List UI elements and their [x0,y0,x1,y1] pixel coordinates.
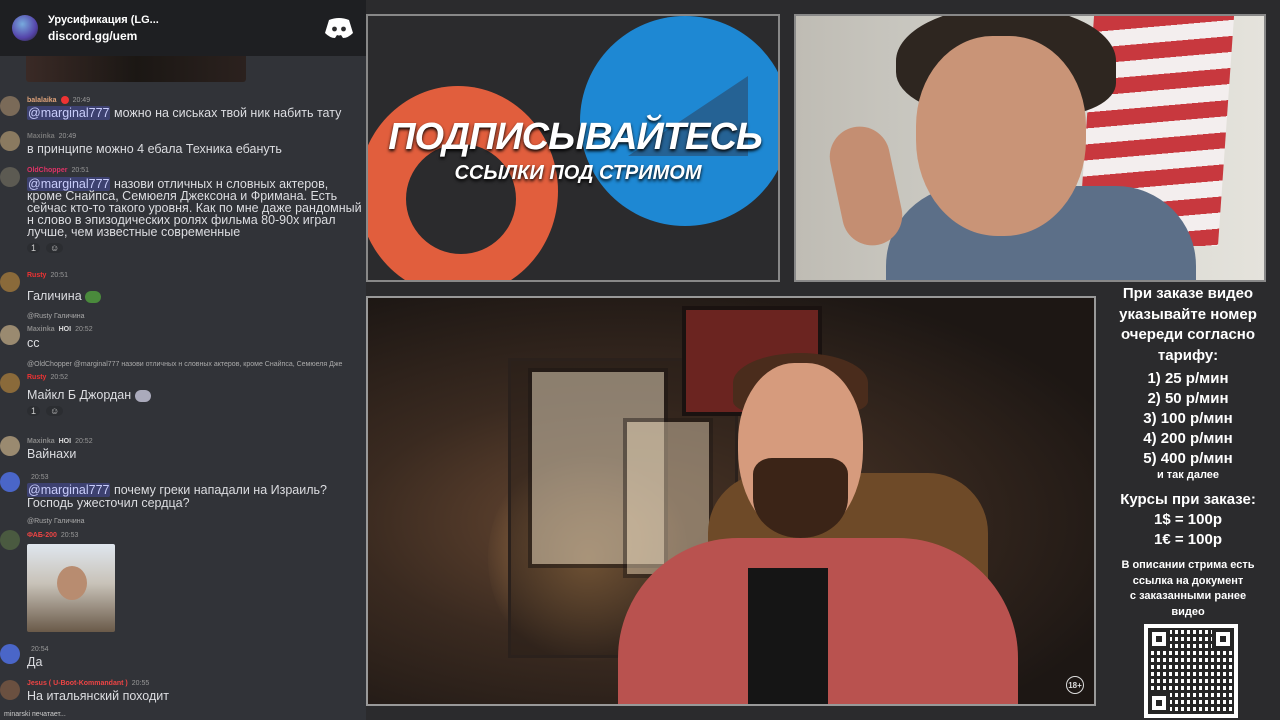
username[interactable]: Maxinka [27,133,55,140]
timestamp: 20:49 [72,96,91,104]
tariff-item: 1) 25 р/мин [1147,370,1229,387]
server-header[interactable]: Урусификация (LG... discord.gg/uem [0,0,366,56]
description-note: В описании стрима есть ссылка на докумен… [1121,559,1255,618]
subscribe-promo-panel: ПОДПИСЫВАЙТЕСЬ ССЫЛКИ ПОД СТРИМОМ [366,14,780,282]
add-reaction-icon[interactable]: ☺ [46,406,64,416]
tariff-item: 2) 50 р/мин [1147,390,1229,407]
rate-item: 1$ = 100р [1154,511,1222,528]
discord-logo-icon [325,18,353,38]
avatar[interactable] [0,644,20,664]
tariff-list: 1) 25 р/мин 2) 50 р/мин 3) 100 р/мин 4) … [1102,369,1274,469]
typing-indicator: minarski печатает... [4,711,66,718]
message-text: Майкл Б Джордан [27,388,132,402]
discord-chat-overlay: Урусификация (LG... discord.gg/uem balal… [0,0,366,720]
server-name: Урусификация (LG... [48,13,159,26]
rate-list: 1$ = 100р 1€ = 100р [1102,510,1274,550]
rates-title: Курсы при заказе: [1120,491,1256,508]
role-tag: HOI [58,326,72,333]
avatar[interactable] [0,272,20,292]
avatar[interactable] [0,131,20,151]
username[interactable]: Rusty [27,374,46,381]
tariff-more: и так далее [1156,469,1220,481]
timestamp: 20:53 [31,474,49,481]
message-text: в принципе можно 4 ебала Техника ебануть [27,142,282,156]
timestamp: 20:51 [50,272,68,279]
message-text: можно на сиськах твой ник набить тату [113,106,342,120]
message-text: Вайнахи [27,447,77,461]
add-reaction-icon[interactable]: ☺ [46,243,64,253]
age-rating-badge: 18+ [1066,676,1084,694]
avatar[interactable] [0,96,20,116]
tariff-item: 5) 400 р/мин [1143,450,1233,467]
reply-preview[interactable]: @OldChopper @marginal777 назови отличных… [27,361,342,368]
tariff-item: 4) 200 р/мин [1143,430,1233,447]
avatar[interactable] [0,436,20,456]
emoji-icon [134,389,151,402]
avatar[interactable] [0,530,20,550]
timestamp: 20:55 [131,680,150,687]
message-text: Галичина [27,289,82,303]
username[interactable]: OldChopper [27,167,67,174]
reactions[interactable]: 1 ☺ [27,243,64,253]
reply-preview[interactable]: @Rusty Галичина [27,518,85,525]
main-video-player[interactable]: 18+ [366,296,1096,706]
promo-subtitle: ССЫЛКИ ПОД СТРИМОМ [454,162,702,184]
message-text: Да [27,655,43,669]
tariff-item: 3) 100 р/мин [1143,410,1233,427]
role-tag: HOI [58,438,72,445]
image-attachment[interactable] [27,544,115,632]
timestamp: 20:49 [58,133,77,140]
username[interactable]: Maxinka [27,438,55,445]
stream-layout: Урусификация (LG... discord.gg/uem balal… [0,0,1280,720]
reaction-count[interactable]: 1 [27,243,41,253]
timestamp: 20:51 [71,167,89,174]
order-instructions: При заказе видео указывайте номер очеред… [1119,285,1257,364]
reply-preview[interactable]: @Rusty Галичина [27,313,85,320]
timestamp: 20:53 [60,532,79,539]
username[interactable]: ФАБ-200 [27,532,57,539]
pepe-emoji-icon [85,290,102,303]
username[interactable]: Rusty [27,272,46,279]
username[interactable]: Jesus ( U-Boot-Kommandant ) [27,680,128,687]
avatar[interactable] [0,680,20,700]
server-invite-link[interactable]: discord.gg/uem [48,29,314,43]
rate-item: 1€ = 100р [1154,531,1222,548]
mention[interactable]: @marginal777 [27,106,111,120]
username[interactable]: balalaika [27,97,57,104]
avatar[interactable] [0,167,20,187]
streamer-webcam [794,14,1266,282]
timestamp: 20:52 [50,374,68,381]
timestamp: 20:54 [31,646,49,653]
reactions[interactable]: 1 ☺ [27,406,64,416]
avatar[interactable] [0,472,20,492]
avatar[interactable] [0,373,20,393]
promo-title: ПОДПИСЫВАЙТЕСЬ [388,116,763,158]
username[interactable]: Maxinka [27,326,55,333]
image-attachment-strip[interactable] [26,56,246,82]
reaction-count[interactable]: 1 [27,406,41,416]
order-info-panel: При заказе видео указывайте номер очеред… [1102,284,1274,620]
qr-code-icon[interactable] [1144,624,1238,718]
message-text: На итальянский походит [27,689,169,703]
message-text: сс [27,336,40,350]
timestamp: 20:52 [75,326,93,333]
avatar[interactable] [0,325,20,345]
timestamp: 20:52 [75,438,93,445]
server-icon [12,15,38,41]
